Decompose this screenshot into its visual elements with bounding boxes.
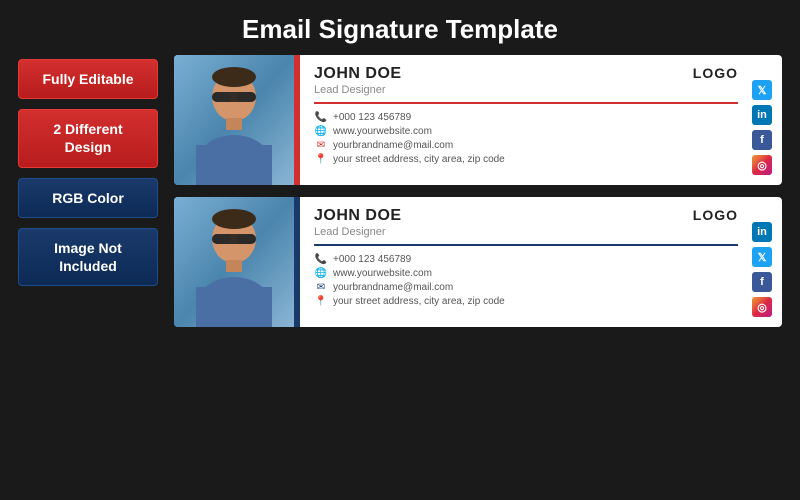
sig-divider-1 xyxy=(314,102,738,104)
phone-icon-1: 📞 xyxy=(314,112,328,123)
sig-name-1: JOHN DOE xyxy=(314,65,402,83)
sig-photo-1 xyxy=(174,55,294,185)
sig-name-2: JOHN DOE xyxy=(314,207,402,225)
sig-right-1: JOHN DOE Lead Designer LOGO 📞 +000 123 4… xyxy=(300,55,782,185)
email-text-2: yourbrandname@mail.com xyxy=(333,282,453,293)
address-text-2: your street address, city area, zip code xyxy=(333,296,505,307)
sig-logo-1: LOGO xyxy=(693,65,738,81)
sig-title-1: Lead Designer xyxy=(314,84,402,96)
signature-card-2: JOHN DOE Lead Designer LOGO 📞 +000 123 4… xyxy=(174,197,782,327)
sig-phone-2: 📞 +000 123 456789 xyxy=(314,254,738,265)
sig-email-2: ✉ yourbrandname@mail.com xyxy=(314,282,738,293)
page-title: Email Signature Template xyxy=(0,0,800,55)
phone-text-1: +000 123 456789 xyxy=(333,112,411,123)
sig-right-2: JOHN DOE Lead Designer LOGO 📞 +000 123 4… xyxy=(300,197,782,327)
badge-rgb-color: RGB Color xyxy=(18,178,158,218)
sig-address-2: 📍 your street address, city area, zip co… xyxy=(314,296,738,307)
twitter-icon-2: 𝕏 xyxy=(752,247,772,267)
sig-website-1: 🌐 www.yourwebsite.com xyxy=(314,126,738,137)
linkedin-icon-1: in xyxy=(752,105,772,125)
signature-cards: JOHN DOE Lead Designer LOGO 📞 +000 123 4… xyxy=(174,55,782,500)
sig-name-block-2: JOHN DOE Lead Designer xyxy=(314,207,402,238)
phone-icon-2: 📞 xyxy=(314,254,328,265)
instagram-icon-1: ◎ xyxy=(752,155,772,175)
sig-phone-1: 📞 +000 123 456789 xyxy=(314,112,738,123)
email-icon-1: ✉ xyxy=(314,140,328,151)
sig-name-block-1: JOHN DOE Lead Designer xyxy=(314,65,402,96)
address-icon-2: 📍 xyxy=(314,296,328,307)
main-content: Fully Editable 2 Different Design RGB Co… xyxy=(0,55,800,500)
sig-website-2: 🌐 www.yourwebsite.com xyxy=(314,268,738,279)
sig-info-2: JOHN DOE Lead Designer LOGO 📞 +000 123 4… xyxy=(300,197,752,327)
sig-logo-2: LOGO xyxy=(693,207,738,223)
sig-email-1: ✉ yourbrandname@mail.com xyxy=(314,140,738,151)
email-icon-2: ✉ xyxy=(314,282,328,293)
sig-header-1: JOHN DOE Lead Designer LOGO xyxy=(314,65,738,96)
website-icon-2: 🌐 xyxy=(314,268,328,279)
signature-card-1: JOHN DOE Lead Designer LOGO 📞 +000 123 4… xyxy=(174,55,782,185)
sig-info-1: JOHN DOE Lead Designer LOGO 📞 +000 123 4… xyxy=(300,55,752,185)
instagram-icon-2: ◎ xyxy=(752,297,772,317)
badge-different-design: 2 Different Design xyxy=(18,109,158,167)
linkedin-icon-2: in xyxy=(752,222,772,242)
website-text-2: www.yourwebsite.com xyxy=(333,268,432,279)
facebook-icon-1: f xyxy=(752,130,772,150)
left-badges: Fully Editable 2 Different Design RGB Co… xyxy=(18,55,158,500)
facebook-icon-2: f xyxy=(752,272,772,292)
badge-image-not-included: Image Not Included xyxy=(18,228,158,286)
website-icon-1: 🌐 xyxy=(314,126,328,137)
sig-socials-2: in 𝕏 f ◎ xyxy=(752,197,782,327)
sig-contacts-1: 📞 +000 123 456789 🌐 www.yourwebsite.com … xyxy=(314,112,738,165)
website-text-1: www.yourwebsite.com xyxy=(333,126,432,137)
twitter-icon-1: 𝕏 xyxy=(752,80,772,100)
sig-header-2: JOHN DOE Lead Designer LOGO xyxy=(314,207,738,238)
email-text-1: yourbrandname@mail.com xyxy=(333,140,453,151)
sig-address-1: 📍 your street address, city area, zip co… xyxy=(314,154,738,165)
sig-socials-1: 𝕏 in f ◎ xyxy=(752,55,782,185)
badge-fully-editable: Fully Editable xyxy=(18,59,158,99)
sig-title-2: Lead Designer xyxy=(314,226,402,238)
address-icon-1: 📍 xyxy=(314,154,328,165)
phone-text-2: +000 123 456789 xyxy=(333,254,411,265)
sig-photo-2 xyxy=(174,197,294,327)
sig-divider-2 xyxy=(314,244,738,246)
address-text-1: your street address, city area, zip code xyxy=(333,154,505,165)
sig-contacts-2: 📞 +000 123 456789 🌐 www.yourwebsite.com … xyxy=(314,254,738,307)
